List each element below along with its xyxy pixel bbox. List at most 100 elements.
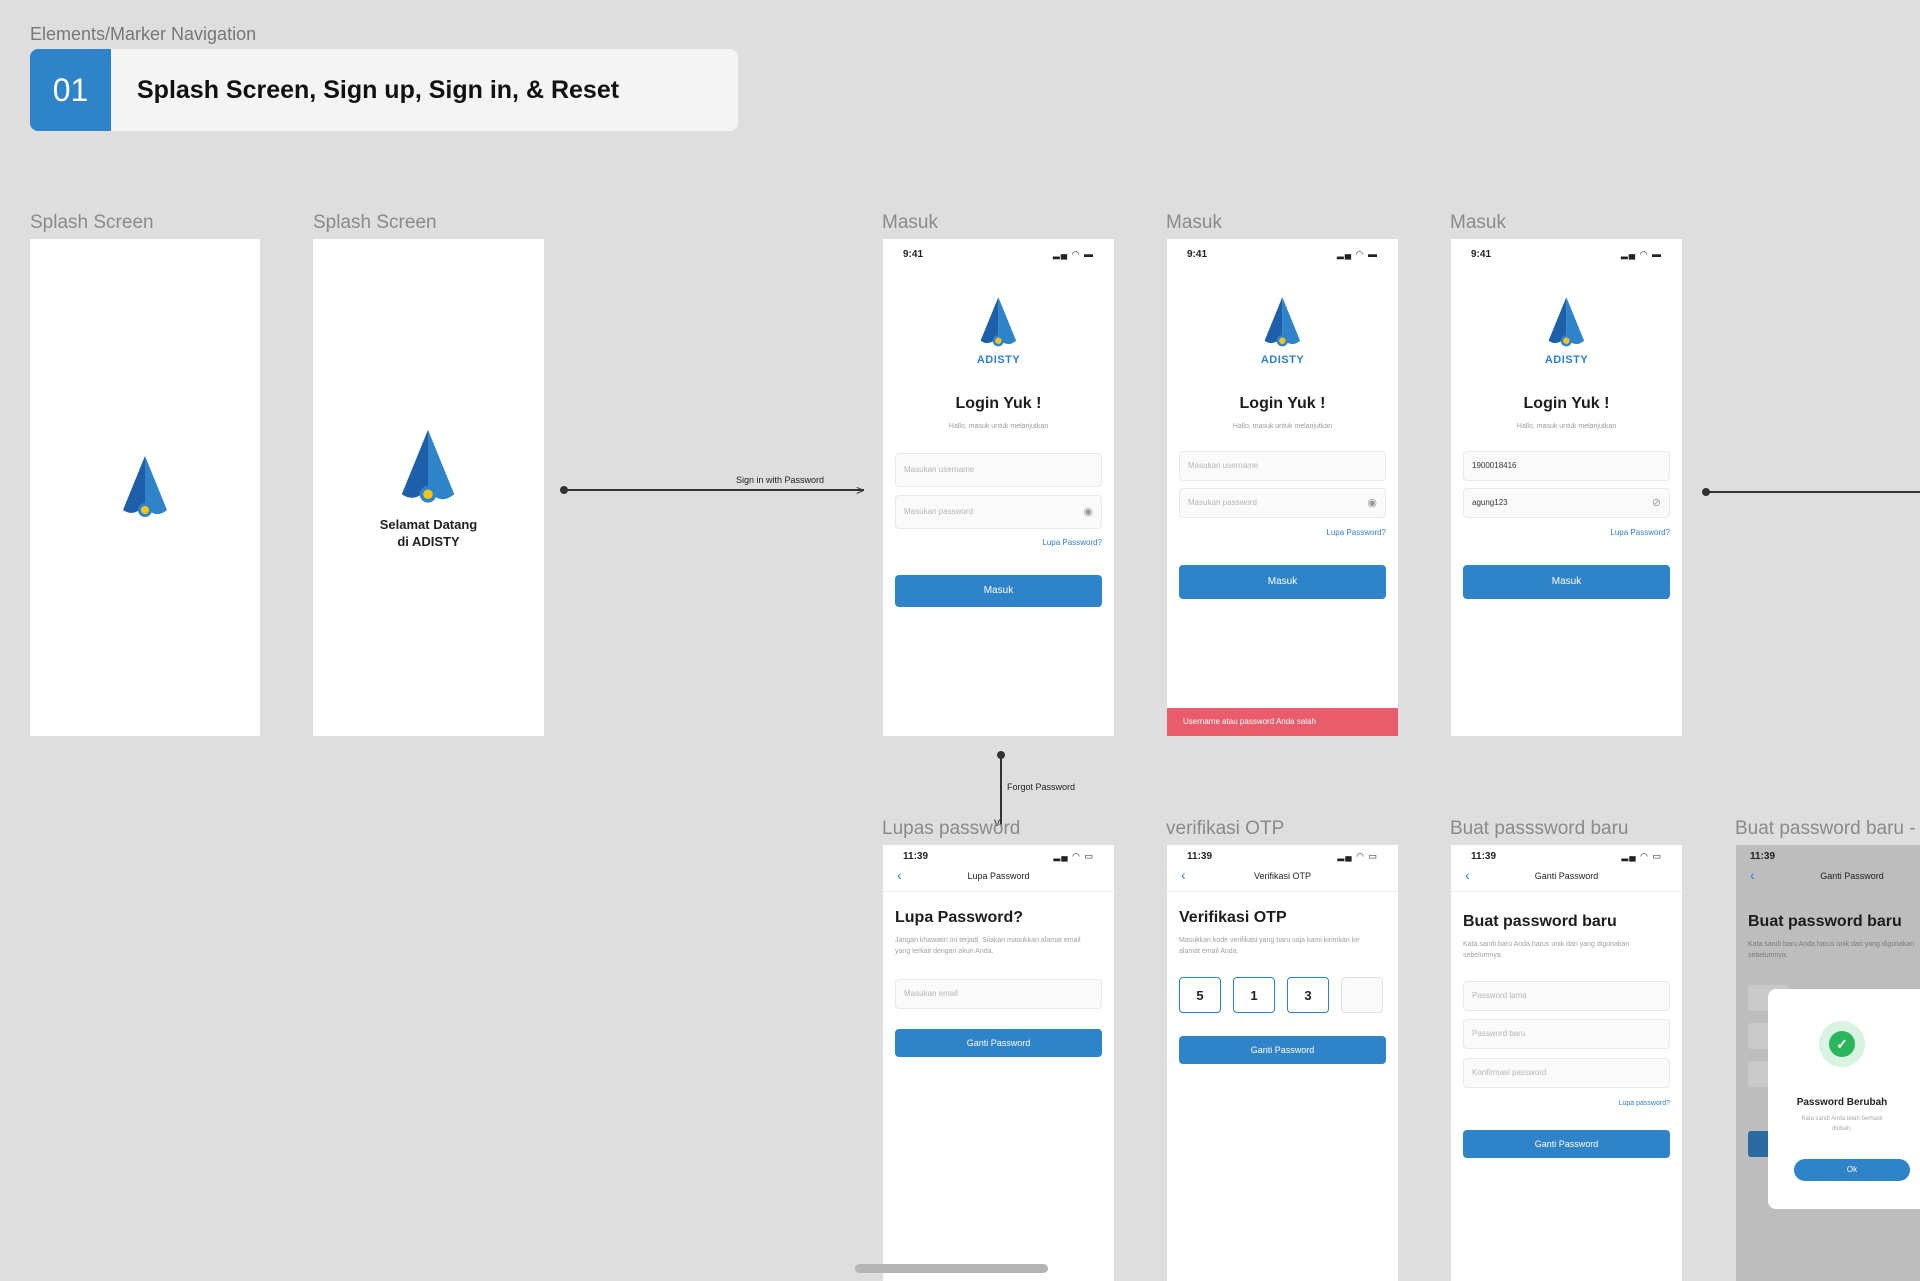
breadcrumb: Elements/Marker Navigation (30, 24, 257, 44)
brand-text: ADISTY (1260, 354, 1305, 366)
page-description: Jangan khawatir! Ini terjadi. Silakan ma… (895, 937, 1081, 955)
login-screen-2: 9:41 ▂▄ ◠ ▬ ADISTY Login Yuk ! Hallo, ma… (1167, 239, 1398, 736)
status-icons: ▂▄ ◠ ▬ (1620, 249, 1662, 259)
welcome-line2: di ADISTY (397, 534, 460, 549)
forgot-password-link[interactable]: Lupa Password? (1610, 528, 1670, 537)
horizontal-scrollbar[interactable] (855, 1264, 1048, 1273)
nav-divider (883, 891, 1114, 892)
username-input[interactable]: Masukan username (895, 453, 1102, 487)
login-title: Login Yuk ! (1239, 395, 1326, 412)
adisty-logo-icon (980, 297, 1017, 347)
welcome-line1: Selamat Datang (379, 517, 478, 532)
status-time: 11:39 (1187, 851, 1213, 862)
frame-label-masuk2: Masuk (1166, 212, 1222, 233)
brand-text: ADISTY (1544, 354, 1589, 366)
nav-title: Lupa Password (967, 871, 1030, 881)
otp-digit-1[interactable]: 5 (1179, 977, 1221, 1013)
section-number: 01 (30, 49, 111, 131)
forgot-password-link[interactable]: Lupa password? (1619, 1100, 1670, 1107)
frame-label-masuk3: Masuk (1450, 212, 1506, 233)
eye-icon[interactable]: ◉ (1367, 489, 1377, 517)
frame-label-otp: verifikasi OTP (1166, 818, 1285, 839)
username-input[interactable]: Masukan username (1179, 451, 1386, 481)
status-icons: ▂▄ ◠ ▭ (1053, 851, 1094, 861)
success-check-icon: ✓ (1819, 1021, 1865, 1067)
logo-block: ADISTY (1261, 295, 1304, 366)
signin-arrow-label: Sign in with Password (736, 475, 825, 485)
change-password-button[interactable]: Ganti Password (1463, 1130, 1670, 1158)
status-time: 11:39 (1471, 851, 1497, 862)
login-subtitle: Hallo, masuk untuk melanjutkan (1516, 423, 1617, 430)
email-input[interactable]: Masukan email (895, 979, 1102, 1009)
nav-title: Ganti Password (1820, 871, 1884, 881)
page-heading: Buat password baru (1748, 913, 1902, 930)
login-button[interactable]: Masuk (1463, 565, 1670, 599)
forgot-arrow-label: Forgot Password (1007, 782, 1076, 792)
page-heading: Lupa Password? (895, 909, 1024, 926)
error-toast: Username atau password Anda salah (1167, 708, 1398, 736)
password-placeholder: Masukan password (904, 507, 973, 516)
login-subtitle: Hallo, masuk untuk melanjutkan (1232, 423, 1333, 430)
frame-label-buat2: Buat password baru - (1735, 818, 1916, 839)
forgot-password-screen: 11:39 ▂▄ ◠ ▭ ‹ Lupa Password Lupa Passwo… (883, 845, 1114, 1281)
brand-text: ADISTY (976, 354, 1021, 366)
section-header: 01 Splash Screen, Sign up, Sign in, & Re… (30, 49, 738, 131)
eye-icon[interactable]: ◉ (1083, 496, 1093, 528)
page-description: Masukkan kode verifikasi yang baru saja … (1179, 937, 1360, 955)
new-password-input[interactable]: Password baru (1463, 1019, 1670, 1049)
page-description: Kata sandi baru Anda harus unik dari yan… (1748, 941, 1915, 959)
continue-arrow-line (1706, 491, 1920, 493)
password-input[interactable]: Masukan password ◉ (1179, 488, 1386, 518)
confirm-password-input[interactable]: Konfirmasi password (1463, 1058, 1670, 1088)
frame-label-lupa: Lupas password (882, 818, 1021, 839)
otp-digit-2[interactable]: 1 (1233, 977, 1275, 1013)
logo-block: ADISTY (1545, 295, 1588, 366)
status-time: 9:41 (1187, 249, 1208, 260)
arrow-head-icon: > (856, 482, 865, 498)
page-heading: Verifikasi OTP (1179, 909, 1287, 926)
frame-label-splash2: Splash Screen (313, 212, 437, 233)
login-screen-3: 9:41 ▂▄ ◠ ▬ ADISTY Login Yuk ! Hallo, ma… (1451, 239, 1682, 736)
password-input[interactable]: Masukan password ◉ (895, 495, 1102, 529)
otp-digit-3[interactable]: 3 (1287, 977, 1329, 1013)
page-description: Kata sandi baru Anda harus unik dari yan… (1463, 941, 1630, 959)
status-icons: ▂▄ ◠ ▬ (1052, 249, 1094, 259)
splash-screen-1 (30, 239, 260, 736)
new-password-screen: 11:39 ▂▄ ◠ ▭ ‹ Ganti Password Buat passw… (1451, 845, 1682, 1281)
frame-label-buat: Buat passsword baru (1450, 818, 1629, 839)
login-screen-1: 9:41 ▂▄ ◠ ▬ ADISTY Login Yuk ! Hallo, ma… (883, 239, 1114, 736)
eye-off-icon[interactable]: ⊘ (1652, 489, 1661, 517)
logo-block: ADISTY (977, 295, 1020, 366)
status-time: 11:39 (1750, 851, 1776, 862)
status-icons: ▂▄ ◠ ▬ (1336, 249, 1378, 259)
signin-arrow-line (564, 489, 864, 491)
status-time: 11:39 (903, 851, 929, 862)
adisty-logo-icon (401, 429, 455, 503)
change-password-button[interactable]: Ganti Password (895, 1029, 1102, 1057)
nav-title: Verifikasi OTP (1253, 871, 1311, 881)
login-button[interactable]: Masuk (895, 575, 1102, 607)
modal-title: Password Berubah (1796, 1097, 1888, 1108)
forgot-arrow-line (1000, 755, 1002, 825)
login-title: Login Yuk ! (955, 395, 1042, 412)
forgot-password-link[interactable]: Lupa Password? (1042, 538, 1102, 547)
change-password-button[interactable]: Ganti Password (1179, 1036, 1386, 1064)
username-input[interactable]: 1900018416 (1463, 451, 1670, 481)
adisty-logo-icon (1264, 297, 1301, 347)
otp-digit-4[interactable] (1341, 977, 1383, 1013)
password-input[interactable]: agung123 ⊘ (1463, 488, 1670, 518)
ok-button[interactable]: Ok (1794, 1159, 1910, 1181)
password-value: agung123 (1472, 498, 1508, 507)
frame-label-splash1: Splash Screen (30, 212, 154, 233)
status-time: 9:41 (903, 249, 924, 260)
status-time: 9:41 (1471, 249, 1492, 260)
otp-screen: 11:39 ▂▄ ◠ ▭ ‹ Verifikasi OTP Verifikasi… (1167, 845, 1398, 1281)
section-title: Splash Screen, Sign up, Sign in, & Reset… (137, 76, 620, 104)
old-password-input[interactable]: Password lama (1463, 981, 1670, 1011)
login-title: Login Yuk ! (1523, 395, 1610, 412)
forgot-password-link[interactable]: Lupa Password? (1326, 528, 1386, 537)
password-changed-screen: 11:39 ‹ Ganti Password Buat password bar… (1736, 845, 1920, 1281)
login-button[interactable]: Masuk (1179, 565, 1386, 599)
modal-text: Kata sandi Anda telah berhasil diubah. (1801, 1116, 1883, 1132)
page-heading: Buat password baru (1463, 913, 1617, 930)
